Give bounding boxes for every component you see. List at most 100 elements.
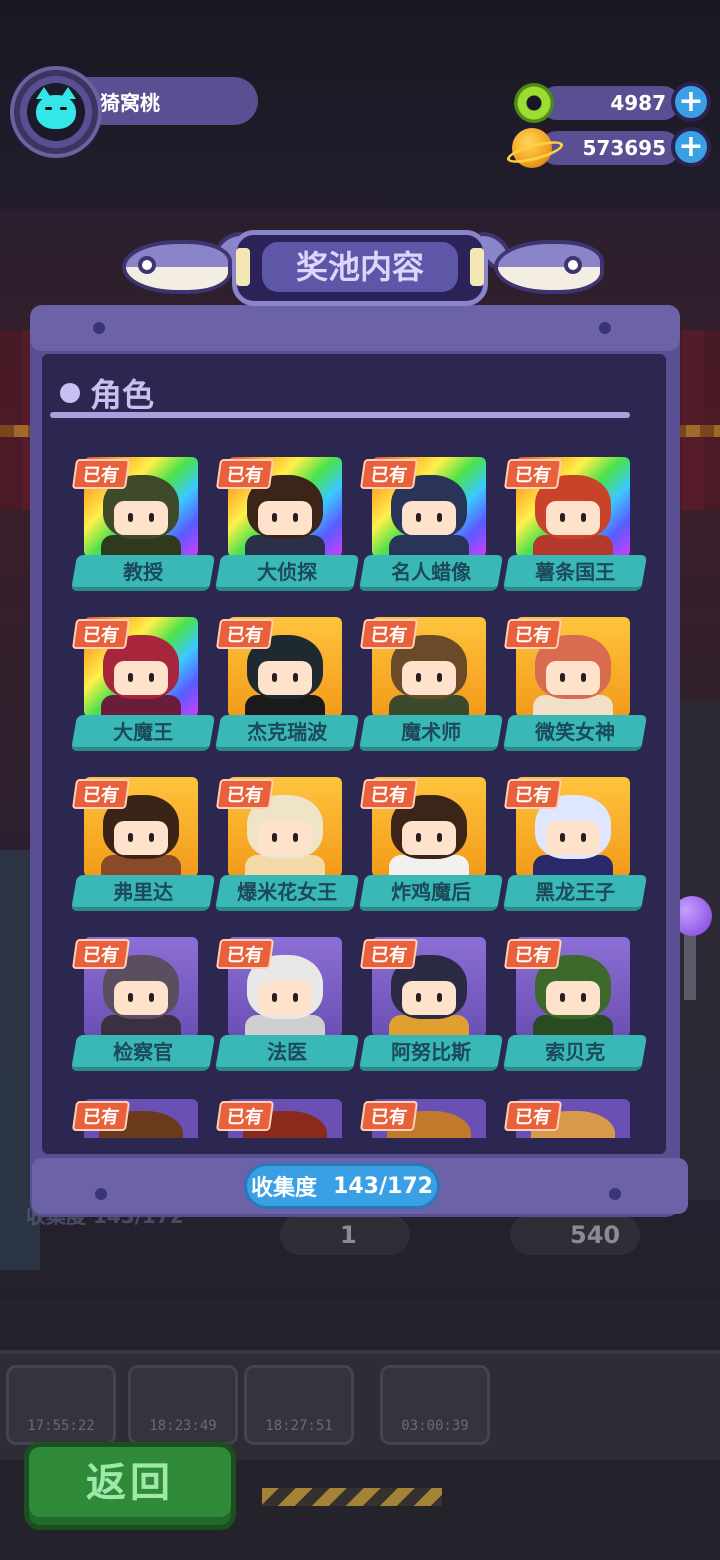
owned-badge: 已有 [359,1101,419,1131]
owned-badge: 已有 [503,459,563,489]
fish-decoration-right-icon [478,232,606,302]
owned-badge: 已有 [215,1101,275,1131]
character-name-text: 杰克瑞波 [247,720,328,744]
character-card[interactable]: 已有检察官 [44,923,216,1071]
background-clock: 03:00:39 [380,1365,490,1445]
rivet [599,322,611,334]
banner-tab [470,248,484,286]
background-hazard-stripe [262,1488,442,1506]
character-face [114,981,168,1015]
owned-badge: 已有 [503,939,563,969]
planet-coin-icon [512,128,552,168]
character-card[interactable]: 已有魔术师 [332,603,504,751]
character-face [258,821,312,855]
character-face [114,661,168,695]
owned-badge: 已有 [71,779,131,809]
player-name: 猗窝桃 [100,91,160,115]
character-face [546,661,600,695]
character-face [114,501,168,535]
character-name-text: 魔术师 [401,720,462,744]
character-card[interactable]: 已有 索贝克 [476,923,648,1071]
character-face [402,981,456,1015]
collection-label: 收集度 [251,1176,318,1201]
background-machine-right [676,700,720,1200]
character-face [546,981,600,1015]
owned-badge: 已有 [503,779,563,809]
rivet [609,1188,621,1200]
character-face [402,821,456,855]
character-name: 微笑女神 [502,715,648,751]
character-card[interactable]: 已有法医 [188,923,360,1071]
character-face [402,661,456,695]
character-card[interactable]: 已有大侦探 [188,443,360,591]
owned-badge: 已有 [359,939,419,969]
character-name: 索贝克 [502,1035,648,1071]
character-name-text: 阿努比斯 [391,1040,472,1064]
character-card[interactable]: 已有 [332,1085,486,1138]
character-card[interactable]: 已有 薯条国王 [476,443,648,591]
character-card[interactable]: 已有 大魔王 [44,603,216,751]
character-card[interactable]: 已有 [188,1085,342,1138]
character-name-text: 大侦探 [257,560,318,584]
character-name-text: 黑龙王子 [535,880,616,904]
owned-badge: 已有 [215,939,275,969]
character-name-text: 名人蜡像 [391,560,472,584]
rivet [95,1188,107,1200]
character-name-text: 法医 [267,1040,308,1064]
character-card[interactable]: 已有 [476,1085,630,1138]
character-card[interactable]: 已有 教授 [44,443,216,591]
character-name-text: 弗里达 [113,880,174,904]
background-clock: 18:27:51 [244,1365,354,1445]
character-card[interactable]: 已有阿努比斯 [332,923,504,1071]
fish-decoration-left-icon [116,232,246,302]
panel-title: 奖池内容 [262,242,458,292]
character-card[interactable]: 已有 爆米花女王 [188,763,360,911]
section-header: 角色 [60,370,154,416]
character-card[interactable]: 已有微笑女神 [476,603,648,751]
collection-value: 143/172 [333,1173,433,1199]
owned-badge: 已有 [215,779,275,809]
character-face [546,501,600,535]
owned-badge: 已有 [215,459,275,489]
character-name-text: 炸鸡魔后 [391,880,472,904]
character-name: 薯条国王 [502,555,648,591]
owned-badge: 已有 [71,939,131,969]
character-name-text: 微笑女神 [535,720,616,744]
owned-badge: 已有 [359,459,419,489]
owned-badge: 已有 [503,619,563,649]
background-clock: 18:23:49 [128,1365,238,1445]
avatar[interactable] [27,83,85,141]
cat-avatar-icon [36,87,76,129]
section-divider [50,412,630,418]
character-face [546,821,600,855]
character-card[interactable]: 已有 [44,1085,198,1138]
owned-badge: 已有 [359,779,419,809]
character-grid[interactable]: 已有 教授 已有 大侦探 已有 名人蜡像 已有 薯条国王 已有 大魔王 已有 杰克瑞波 已有 魔术师 已有微… [44,425,664,1138]
owned-badge: 已有 [359,619,419,649]
character-card[interactable]: 已有炸鸡魔后 [332,763,504,911]
add-coins-button[interactable]: + [671,127,711,167]
gems-balance: 4987 [540,86,680,120]
add-gems-button[interactable]: + [671,82,711,122]
owned-badge: 已有 [503,1101,563,1131]
back-button-label: 返回 [86,1460,174,1506]
character-card[interactable]: 已有杰克瑞波 [188,603,360,751]
character-name: 黑龙王子 [502,875,648,911]
bullet-icon [60,383,80,403]
background-clock: 17:55:22 [6,1365,116,1445]
panel-top-rod [30,305,680,351]
background-ticket-count: 1 [280,1215,410,1255]
character-card[interactable]: 已有弗里达 [44,763,216,911]
character-card[interactable]: 已有名人蜡像 [332,443,504,591]
owned-badge: 已有 [215,619,275,649]
character-face [114,821,168,855]
machine-lever [684,930,696,1000]
collection-progress: 收集度 143/172 [244,1163,440,1209]
character-name-text: 检察官 [113,1040,174,1064]
background-donut-count: 540 [510,1215,640,1255]
character-face [258,501,312,535]
character-card[interactable]: 已有黑龙王子 [476,763,648,911]
section-title: 角色 [90,376,155,414]
banner-tab [236,248,250,286]
owned-badge: 已有 [71,619,131,649]
